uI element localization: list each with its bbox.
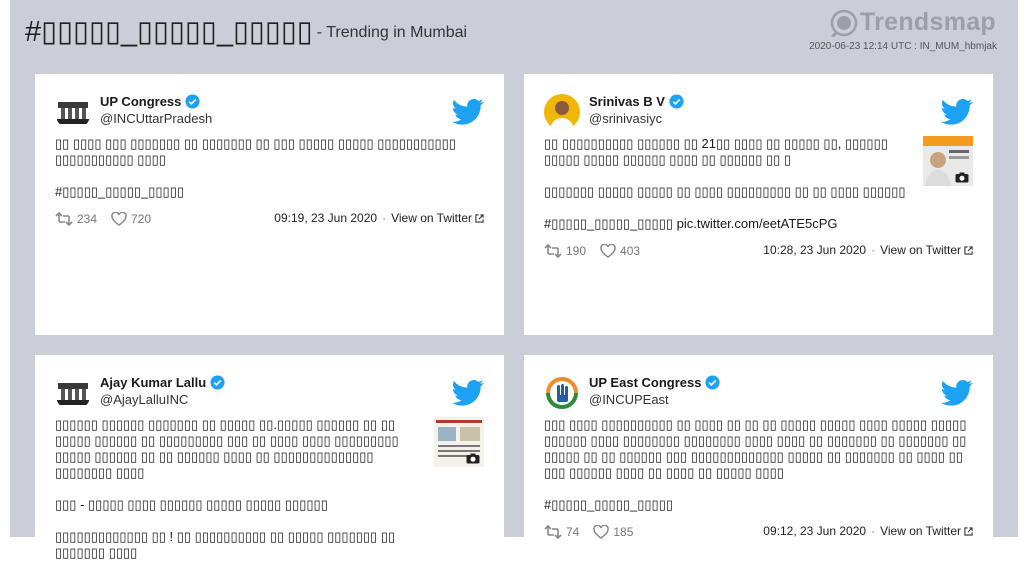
verified-badge-icon [185,94,200,109]
view-on-twitter-link[interactable]: View on Twitter [391,211,472,225]
logo-text: Trendsmap [859,8,996,36]
tweet-text: ▯▯ ▯▯▯▯▯▯▯▯▯▯ ▯▯▯▯▯▯ ▯▯ 21▯▯ ▯▯▯▯ ▯▯ ▯▯▯… [544,136,914,248]
external-link-icon [475,213,484,223]
tweet-card: Ajay Kumar Lallu @AjayLalluINC ▯▯▯▯▯▯ ▯▯… [35,355,504,560]
trending-location: - Trending in Mumbai [316,24,468,42]
hashtag-link[interactable]: #▯▯▯▯▯_▯▯▯▯▯_▯▯▯▯▯ [544,497,973,513]
tweet-paragraph: ▯▯▯▯▯▯ ▯▯▯▯▯▯ ▯▯▯▯▯▯▯ ▯▯ ▯▯▯▯▯ ▯▯.▯▯▯▯▯ … [55,417,399,480]
media-thumbnail[interactable] [923,136,973,186]
view-on-twitter-link[interactable]: View on Twitter [880,243,961,257]
trendsmap-logo[interactable]: Trendsmap [830,8,996,37]
hashtag-link[interactable]: #▯▯▯▯▯_▯▯▯▯▯_▯▯▯▯▯ pic.twitter.com/eetAT… [544,216,914,232]
like-button[interactable]: 403 [600,244,640,258]
tweet-actions: 190 403 [544,244,654,258]
up-congress-logo-icon [55,94,91,130]
user-handle[interactable]: @INCUPEast [589,392,669,407]
tweet-paragraph: ▯▯ ▯▯▯▯ ▯▯▯ ▯▯▯▯▯▯▯ ▯▯ ▯▯▯▯▯▯▯ ▯▯ ▯▯▯ ▯▯… [55,136,456,167]
external-link-icon [964,245,973,255]
verified-badge-icon [210,375,225,390]
display-name-text: Srinivas B V [589,94,665,109]
trendsmap-logo-icon [830,9,858,37]
tweet-text: ▯▯▯▯▯▯ ▯▯▯▯▯▯ ▯▯▯▯▯▯▯ ▯▯ ▯▯▯▯▯ ▯▯.▯▯▯▯▯ … [55,417,425,577]
display-name[interactable]: Srinivas B V [589,94,684,109]
camera-icon [466,453,480,464]
retweet-button[interactable]: 190 [544,244,586,258]
tweet-paragraph: ▯▯▯▯▯▯▯ ▯▯▯▯▯ ▯▯▯▯▯ ▯▯ ▯▯▯▯ ▯▯▯▯▯▯▯▯▯ ▯▯… [544,184,906,199]
avatar[interactable] [544,375,580,411]
retweet-button[interactable]: 234 [55,212,97,226]
twitter-bird-icon[interactable] [452,98,484,126]
retweet-count: 190 [566,244,587,258]
tweet-card: UP Congress @INCUttarPradesh ▯▯ ▯▯▯▯ ▯▯▯… [35,74,504,335]
display-name-text: UP Congress [100,94,182,109]
tweet-date[interactable]: 09:19, 23 Jun 2020 [274,211,377,225]
display-name[interactable]: UP East Congress [589,375,720,390]
tweet-meta: 09:12, 23 Jun 2020 · View on Twitter [763,524,973,538]
heart-icon [111,212,127,226]
tweet-text: ▯▯▯ ▯▯▯▯ ▯▯▯▯▯▯▯▯▯▯ ▯▯ ▯▯▯▯ ▯▯ ▯▯ ▯▯ ▯▯▯… [544,417,973,529]
tweet-card: Srinivas B V @srinivasiyc ▯▯ ▯▯▯▯▯▯▯▯▯▯ … [524,74,993,335]
retweet-count: 234 [77,212,98,226]
up-congress-logo-icon [55,375,91,411]
avatar[interactable] [55,375,91,411]
verified-badge-icon [669,94,684,109]
tweet-text: ▯▯ ▯▯▯▯ ▯▯▯ ▯▯▯▯▯▯▯ ▯▯ ▯▯▯▯▯▯▯ ▯▯ ▯▯▯ ▯▯… [55,136,484,216]
tweet-paragraph: ▯▯ ▯▯▯▯▯▯▯▯▯▯ ▯▯▯▯▯▯ ▯▯ 21▯▯ ▯▯▯▯ ▯▯ ▯▯▯… [544,136,888,167]
retweet-icon [55,212,73,226]
external-link-icon [964,526,973,536]
like-button[interactable]: 720 [111,212,151,226]
twitter-bird-icon[interactable] [941,379,973,407]
separator-dot: · [871,524,876,538]
user-handle[interactable]: @AjayLalluINC [100,392,188,407]
page-title: #▯▯▯▯▯_▯▯▯▯▯_▯▯▯▯▯ - Trending in Mumbai [25,14,467,49]
tweet-meta: 10:28, 23 Jun 2020 · View on Twitter [763,243,973,257]
user-handle[interactable]: @srinivasiyc [589,111,662,126]
separator-dot: · [871,243,876,257]
tweet-card: UP East Congress @INCUPEast ▯▯▯ ▯▯▯▯ ▯▯▯… [524,355,993,539]
view-on-twitter-link[interactable]: View on Twitter [880,524,961,538]
hashtag-title: #▯▯▯▯▯_▯▯▯▯▯_▯▯▯▯▯ [25,16,313,48]
retweet-icon [544,244,562,258]
twitter-bird-icon[interactable] [941,98,973,126]
display-name[interactable]: UP Congress [100,94,200,109]
person-photo-icon [544,94,580,130]
user-handle[interactable]: @INCUttarPradesh [100,111,212,126]
tweet-paragraph: ▯▯▯▯▯▯▯▯▯▯▯▯▯ ▯▯ ! ▯▯ ▯▯▯▯▯▯▯▯▯▯ ▯▯ ▯▯▯▯… [55,529,396,560]
media-thumbnail[interactable] [434,417,484,467]
avatar[interactable] [55,94,91,130]
timestamp-region: 2020-06-23 12:14 UTC : IN_MUM_hbmjak [809,41,997,52]
like-count: 720 [131,212,152,226]
display-name-text: Ajay Kumar Lallu [100,375,207,390]
tweet-paragraph: ▯▯▯ ▯▯▯▯ ▯▯▯▯▯▯▯▯▯▯ ▯▯ ▯▯▯▯ ▯▯ ▯▯ ▯▯ ▯▯▯… [544,417,967,480]
like-count: 403 [620,244,641,258]
twitter-bird-icon[interactable] [452,379,484,407]
separator-dot: · [382,211,387,225]
verified-badge-icon [705,375,720,390]
display-name-text: UP East Congress [589,375,702,390]
avatar[interactable] [544,94,580,130]
tweet-paragraph: ▯▯▯ - ▯▯▯▯▯ ▯▯▯▯ ▯▯▯▯▯▯ ▯▯▯▯▯ ▯▯▯▯▯ ▯▯▯▯… [55,497,328,512]
tweet-actions: 234 720 [55,212,165,226]
display-name[interactable]: Ajay Kumar Lallu [100,375,225,390]
heart-icon [600,244,616,258]
hashtag-link[interactable]: #▯▯▯▯▯_▯▯▯▯▯_▯▯▯▯▯ [55,184,484,200]
tweet-meta: 09:19, 23 Jun 2020 · View on Twitter [274,211,484,225]
camera-icon [955,172,969,183]
congress-hand-logo-icon [544,375,580,411]
tweet-date[interactable]: 10:28, 23 Jun 2020 [763,243,866,257]
tweet-date[interactable]: 09:12, 23 Jun 2020 [763,524,866,538]
